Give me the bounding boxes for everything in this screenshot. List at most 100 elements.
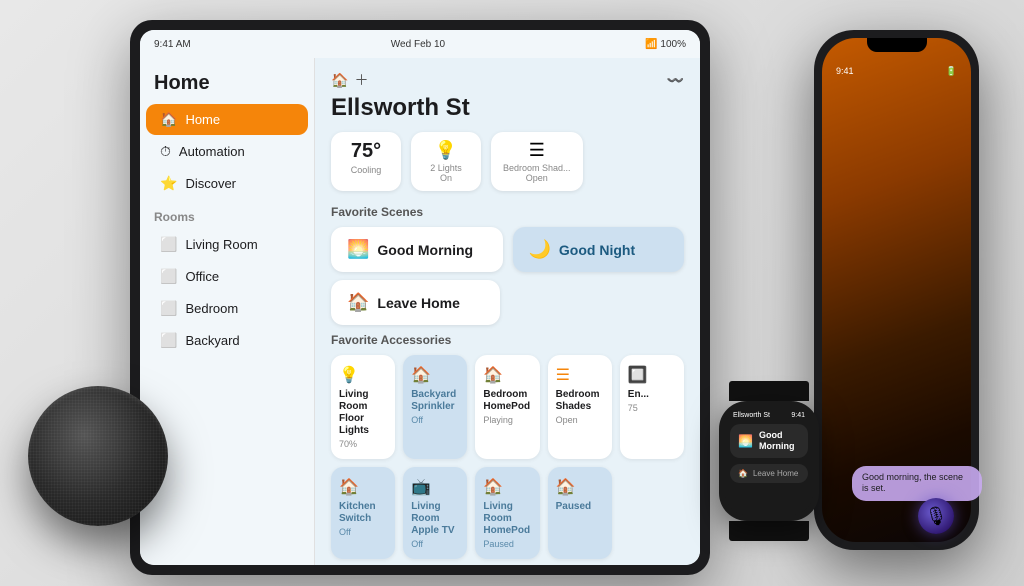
- sidebar-item-office[interactable]: ⬜ Office: [146, 261, 308, 292]
- lr-homepod-status: Paused: [483, 539, 531, 549]
- extra2-name: Paused: [556, 501, 604, 513]
- ipad-device: 9:41 AM Wed Feb 10 📶 100% Home 🏠 Home: [130, 20, 710, 575]
- scenes-section-title: Favorite Scenes: [331, 205, 684, 219]
- watch-status-bar: Ellsworth St 9:41: [725, 407, 813, 421]
- rooms-section-title: Rooms: [140, 200, 314, 228]
- watch-body: Ellsworth St 9:41 🌅 Good Morning 🏠 Leave…: [719, 401, 819, 521]
- extra-tile[interactable]: 🔲 En... 75: [620, 355, 684, 459]
- star-icon: ⭐: [160, 175, 177, 192]
- floor-lights-tile[interactable]: 💡 Living Room Floor Lights 70%: [331, 355, 395, 459]
- main-scene: 9:41 AM Wed Feb 10 📶 100% Home 🏠 Home: [0, 0, 1024, 586]
- good-morning-scene[interactable]: 🌅 Good Morning: [331, 227, 503, 272]
- extra-name: En...: [628, 389, 676, 401]
- sidebar-item-automation[interactable]: ⏱ Automation: [146, 136, 308, 167]
- extra-tile-2[interactable]: 🏠 Paused: [548, 467, 612, 559]
- good-morning-label: Good Morning: [377, 242, 473, 258]
- extra2-icon: 🏠: [556, 477, 604, 497]
- location-title: Ellsworth St: [331, 94, 684, 122]
- apple-tv-icon: 📺: [411, 477, 459, 497]
- homepod-device: [18, 386, 178, 546]
- sprinkler-tile[interactable]: 🏠 Backyard Sprinkler Off: [403, 355, 467, 459]
- home-icon: 🏠: [160, 111, 177, 128]
- watch-leave-home-btn[interactable]: 🏠 Leave Home: [730, 464, 808, 483]
- sidebar-living-room-label: Living Room: [185, 237, 257, 252]
- lr-homepod-name: Living Room HomePod: [483, 501, 531, 537]
- watch-scene-line2: Morning: [759, 441, 795, 452]
- watch-scene-line1: Good: [759, 430, 795, 441]
- homepod-body: [28, 386, 168, 526]
- extra-status: 75: [628, 403, 676, 413]
- sprinkler-status: Off: [411, 415, 459, 425]
- sidebar-item-living-room[interactable]: ⬜ Living Room: [146, 229, 308, 260]
- watch-band-bottom: [729, 521, 809, 541]
- office-icon: ⬜: [160, 268, 177, 285]
- ipad-battery: 📶 100%: [645, 39, 686, 50]
- shades-tile[interactable]: ☰ Bedroom Shad...Open: [491, 132, 583, 191]
- lr-homepod-tile[interactable]: 🏠 Living Room HomePod Paused: [475, 467, 539, 559]
- wifi-icon: 📶: [645, 39, 657, 50]
- bedroom-homepod-tile[interactable]: 🏠 Bedroom HomePod Playing: [475, 355, 539, 459]
- watch-scene-text: Good Morning: [759, 430, 795, 452]
- shades-icon: ☰: [503, 140, 571, 161]
- home-nav-icon[interactable]: 🏠: [331, 72, 348, 89]
- kitchen-switch-tile[interactable]: 🏠 Kitchen Switch Off: [331, 467, 395, 559]
- watch-screen: Ellsworth St 9:41 🌅 Good Morning 🏠 Leave…: [725, 407, 813, 515]
- sidebar-item-backyard[interactable]: ⬜ Backyard: [146, 325, 308, 356]
- siri-orb[interactable]: 🎙: [918, 498, 954, 534]
- living-room-icon: ⬜: [160, 236, 177, 253]
- watch-location-label: Ellsworth St: [733, 412, 770, 419]
- sprinkler-name: Backyard Sprinkler: [411, 389, 459, 413]
- ipad-content: Home 🏠 Home ⏱ Automation ⭐ Discover Room…: [140, 58, 700, 565]
- waveform-icon[interactable]: 〰️: [667, 72, 684, 89]
- automation-icon: ⏱: [160, 143, 171, 160]
- scenes-row-1: 🌅 Good Morning 🌙 Good Night: [331, 227, 684, 272]
- temperature-value: 75°: [343, 140, 389, 163]
- sprinkler-icon: 🏠: [411, 365, 459, 385]
- bedroom-homepod-status: Playing: [483, 415, 531, 425]
- light-bulb-icon: 💡: [423, 140, 469, 161]
- lights-tile[interactable]: 💡 2 LightsOn: [411, 132, 481, 191]
- temperature-tile[interactable]: 75° Cooling: [331, 132, 401, 191]
- sidebar-automation-label: Automation: [179, 144, 245, 159]
- apple-tv-tile[interactable]: 📺 Living Room Apple TV Off: [403, 467, 467, 559]
- siri-message-text: Good morning, the scene is set.: [862, 472, 963, 494]
- bedroom-shades-tile[interactable]: ☰ Bedroom Shades Open: [548, 355, 612, 459]
- bedroom-homepod-name: Bedroom HomePod: [483, 389, 531, 413]
- leave-home-scene[interactable]: 🏠 Leave Home: [331, 280, 500, 325]
- good-night-label: Good Night: [559, 242, 635, 258]
- apple-watch-device: Ellsworth St 9:41 🌅 Good Morning 🏠 Leave…: [709, 381, 829, 526]
- watch-time: 9:41: [791, 412, 805, 419]
- sidebar-office-label: Office: [185, 269, 219, 284]
- kitchen-switch-status: Off: [339, 527, 387, 537]
- bedroom-icon: ⬜: [160, 300, 177, 317]
- kitchen-switch-name: Kitchen Switch: [339, 501, 387, 525]
- leave-home-label: Leave Home: [377, 295, 459, 311]
- add-icon[interactable]: ＋: [354, 70, 368, 90]
- good-night-scene[interactable]: 🌙 Good Night: [513, 227, 685, 272]
- ipad-status-bar: 9:41 AM Wed Feb 10 📶 100%: [140, 30, 700, 58]
- leave-home-icon: 🏠: [347, 292, 369, 313]
- moon-icon: 🌙: [529, 239, 551, 260]
- apple-tv-status: Off: [411, 539, 459, 549]
- extra-icon: 🔲: [628, 365, 676, 385]
- siri-orb-icon: 🎙: [925, 506, 948, 527]
- iphone-time: 9:41: [836, 66, 854, 76]
- backyard-icon: ⬜: [160, 332, 177, 349]
- sidebar-title: Home: [140, 68, 314, 103]
- sidebar-item-bedroom[interactable]: ⬜ Bedroom: [146, 293, 308, 324]
- watch-leave-label: Leave Home: [753, 469, 798, 478]
- scenes-row-2: 🏠 Leave Home: [331, 280, 684, 325]
- sidebar-item-home[interactable]: 🏠 Home: [146, 104, 308, 135]
- shades-label: Bedroom Shad...Open: [503, 163, 571, 183]
- iphone-notch: [867, 38, 927, 52]
- temperature-label: Cooling: [343, 165, 389, 175]
- sidebar-item-discover[interactable]: ⭐ Discover: [146, 168, 308, 199]
- bedroom-shades-icon: ☰: [556, 365, 604, 385]
- sunrise-icon: 🌅: [347, 239, 369, 260]
- watch-scene-card[interactable]: 🌅 Good Morning: [730, 424, 808, 458]
- apple-tv-name: Living Room Apple TV: [411, 501, 459, 537]
- bedroom-homepod-icon: 🏠: [483, 365, 531, 385]
- homepod-mesh: [28, 386, 168, 526]
- lr-homepod-icon: 🏠: [483, 477, 531, 497]
- status-tiles: 75° Cooling 💡 2 LightsOn ☰ Bedroom Shad.…: [331, 132, 684, 191]
